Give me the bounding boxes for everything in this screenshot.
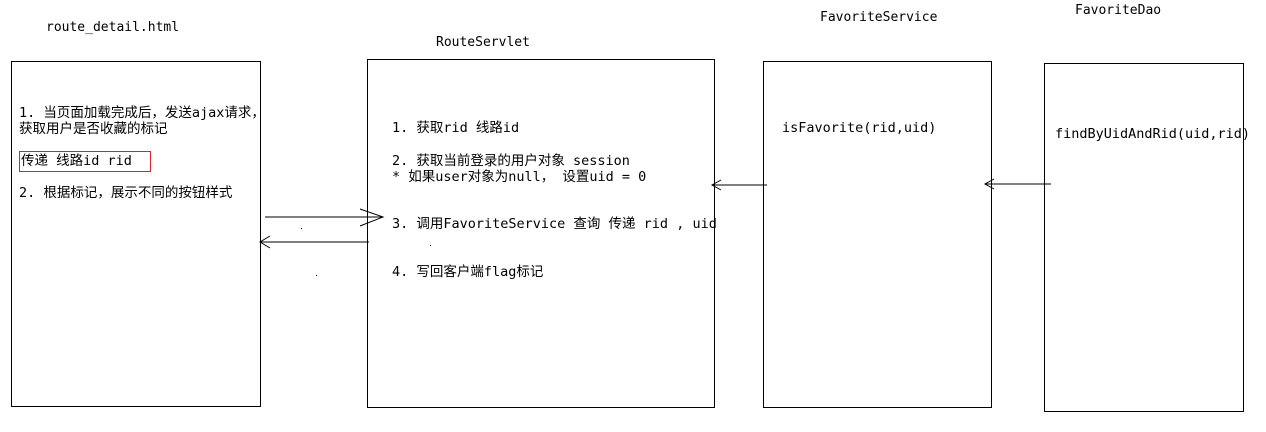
service-return-arrow [710,179,767,191]
arrows-layer [259,178,1051,249]
request-arrow [265,208,385,227]
dao-return-arrow [983,178,1051,190]
response-arrow [259,235,369,249]
